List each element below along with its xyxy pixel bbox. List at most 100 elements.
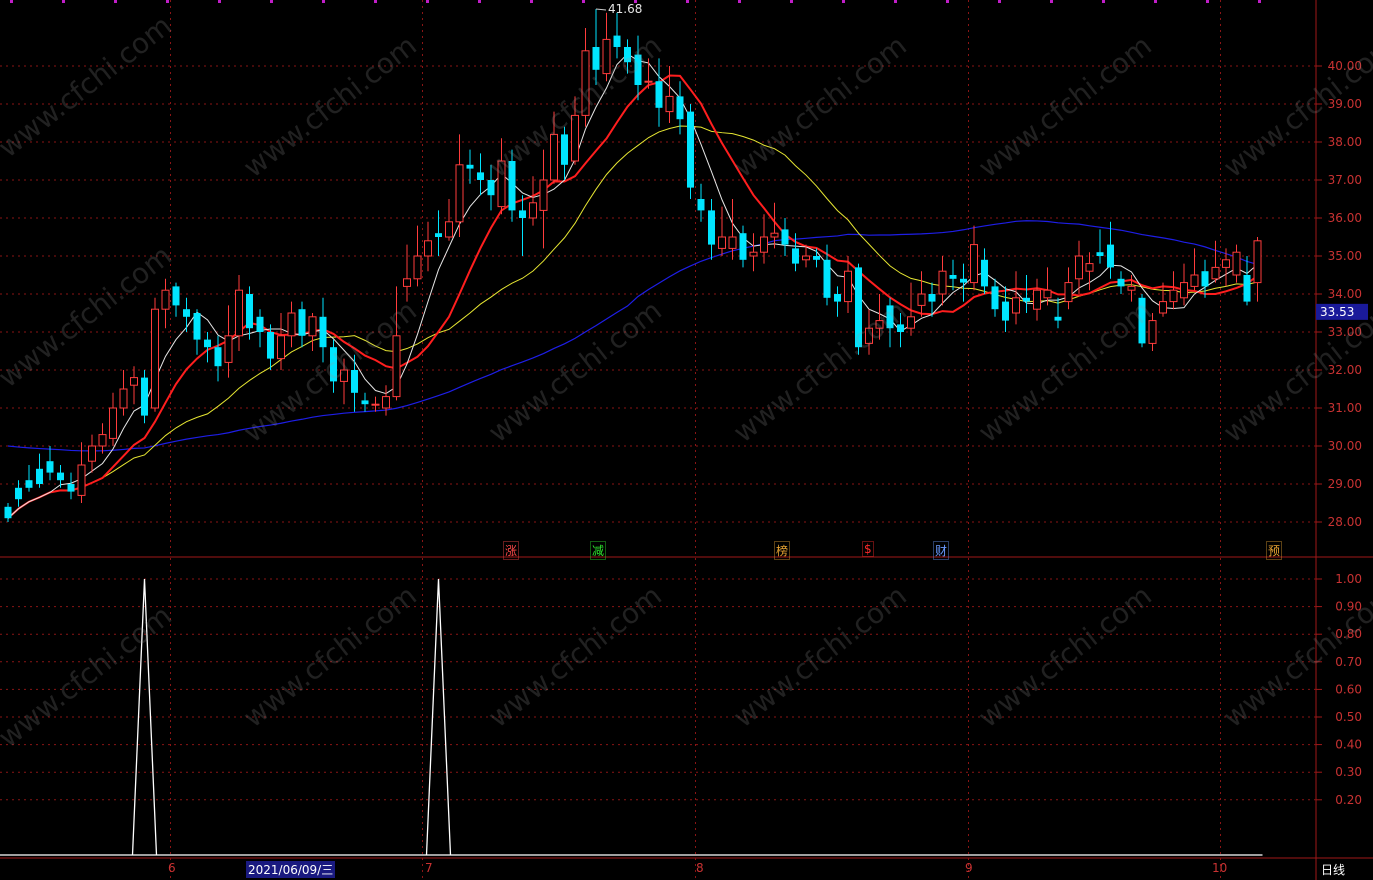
candle-body xyxy=(246,294,253,329)
top-tick xyxy=(1154,0,1157,3)
candle-body xyxy=(287,312,296,337)
stock-chart[interactable]: 40.00 39.00 38.00 37.00 36.00 35.00 34.00 33.00… xyxy=(0,0,1373,880)
top-tick xyxy=(790,0,793,3)
candle-body xyxy=(519,210,526,218)
candle-body xyxy=(1211,266,1220,280)
candle-body xyxy=(25,480,33,488)
top-tick xyxy=(946,0,949,3)
candle-body xyxy=(340,369,348,382)
y-tick-label: 33.00 xyxy=(1328,325,1362,339)
candle-body xyxy=(571,114,579,162)
candle-body xyxy=(455,164,464,223)
candle-body xyxy=(141,377,148,416)
candle-body xyxy=(1117,278,1125,287)
event-marker[interactable]: 涨 xyxy=(503,541,520,560)
candle-body xyxy=(1107,244,1114,268)
candle-body xyxy=(1148,320,1157,344)
candle-body xyxy=(708,210,715,245)
candle-body xyxy=(1012,297,1020,314)
candle-body xyxy=(938,270,947,295)
y-tick-label: 31.00 xyxy=(1328,401,1362,415)
candle-body xyxy=(581,50,590,116)
candle-body xyxy=(917,293,926,306)
candle-body xyxy=(1033,289,1041,310)
top-tick xyxy=(322,0,325,3)
high-price-label: 41.68 xyxy=(608,2,642,16)
y-tick-label: 0.80 xyxy=(1335,627,1362,641)
candle-body xyxy=(508,161,516,211)
candle-body xyxy=(907,316,915,329)
candle-body xyxy=(466,164,474,169)
period-label[interactable]: 日线 xyxy=(1321,861,1345,878)
candle-body xyxy=(392,335,401,398)
candle-body xyxy=(1127,285,1136,291)
candle-body xyxy=(183,309,190,317)
candle-body xyxy=(130,377,138,386)
y-tick-label: 39.00 xyxy=(1328,97,1362,111)
current-price-label: 33.53 xyxy=(1320,305,1354,319)
candle-body xyxy=(728,236,737,249)
candle-body xyxy=(561,134,568,165)
candle-body xyxy=(865,327,873,344)
event-marker[interactable]: 减 xyxy=(590,541,607,560)
y-tick-label: 35.00 xyxy=(1328,249,1362,263)
top-tick xyxy=(842,0,845,3)
candle-body xyxy=(624,47,631,63)
candle-body xyxy=(634,54,642,85)
y-tick-label: 0.40 xyxy=(1335,738,1362,752)
event-marker[interactable]: 财 xyxy=(933,541,950,560)
candle-body xyxy=(435,233,442,237)
candle-body xyxy=(644,80,653,83)
top-tick xyxy=(426,0,429,3)
top-tick xyxy=(1206,0,1209,3)
event-marker[interactable]: 榜 xyxy=(774,541,791,560)
candle-body xyxy=(844,270,852,303)
candle-body xyxy=(1222,259,1230,268)
candle-body xyxy=(1043,289,1052,299)
y-tick-label: 40.00 xyxy=(1328,59,1362,73)
candle-body xyxy=(687,111,694,188)
x-tick-label: 7 xyxy=(425,861,433,875)
top-tick xyxy=(530,0,533,3)
candle-body xyxy=(224,335,233,363)
x-tick-label: 8 xyxy=(696,861,704,875)
candle-body xyxy=(539,179,548,211)
candle-body xyxy=(1023,297,1030,302)
candle-body xyxy=(1232,251,1241,276)
candle-body xyxy=(382,396,390,409)
candle-body xyxy=(991,286,999,310)
candle-body xyxy=(77,464,86,496)
event-marker[interactable]: 预 xyxy=(1266,541,1283,560)
candle-body xyxy=(834,294,841,302)
candle-body xyxy=(256,316,264,332)
event-marker[interactable]: $ xyxy=(862,541,874,557)
top-tick xyxy=(114,0,117,3)
top-tick xyxy=(374,0,377,3)
candle-body xyxy=(319,316,327,348)
candle-body xyxy=(477,172,484,180)
candle-body xyxy=(886,305,894,329)
candle-body xyxy=(928,294,936,302)
candle-body xyxy=(1054,316,1062,321)
candle-body xyxy=(403,278,411,287)
y-tick-label: 0.50 xyxy=(1335,710,1362,724)
candle-body xyxy=(665,95,674,113)
high-pointer xyxy=(595,8,607,11)
candle-body xyxy=(4,506,12,519)
top-tick xyxy=(10,0,13,3)
top-tick xyxy=(582,0,585,3)
candle-body xyxy=(214,347,222,367)
candle-body xyxy=(1138,297,1146,344)
candle-body xyxy=(497,160,506,208)
candle-body xyxy=(308,316,317,337)
candle-body xyxy=(1169,289,1178,303)
candle-body xyxy=(193,313,201,340)
y-tick-label: 0.20 xyxy=(1335,793,1362,807)
candle-body xyxy=(1253,240,1262,284)
candle-body xyxy=(151,308,159,409)
candle-body xyxy=(1096,252,1104,256)
candle-body xyxy=(802,255,810,261)
candle-body xyxy=(1190,274,1199,287)
top-tick xyxy=(218,0,221,3)
candle-body xyxy=(46,461,54,473)
